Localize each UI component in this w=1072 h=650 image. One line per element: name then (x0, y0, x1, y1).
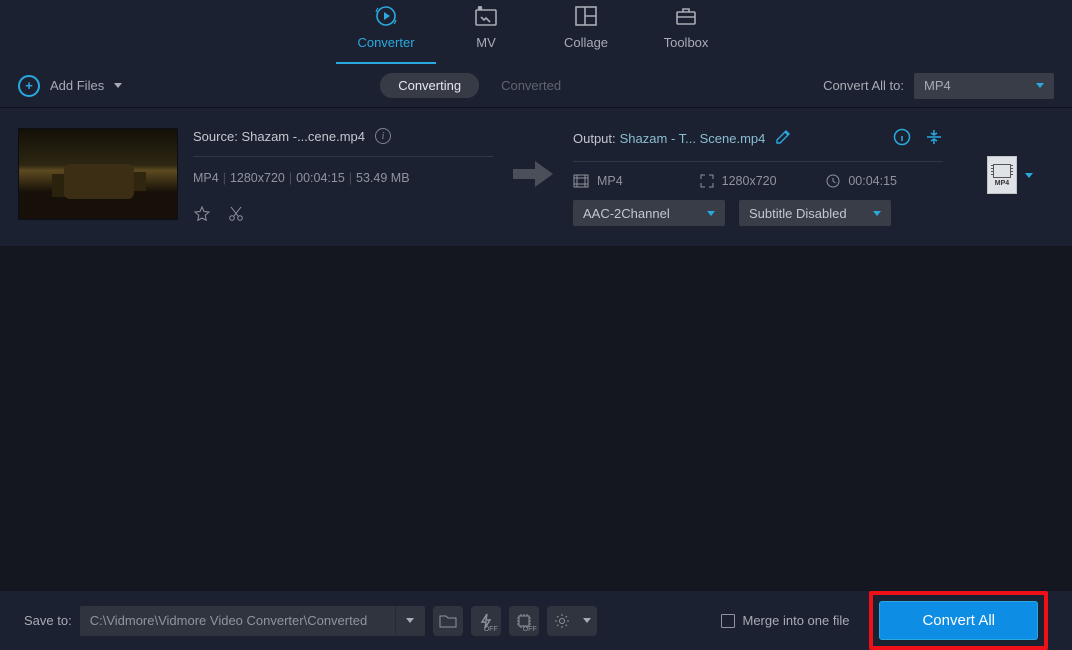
file-list: Source: Shazam -...cene.mp4 i MP4|1280x7… (0, 108, 1072, 246)
cut-icon[interactable] (227, 205, 245, 226)
format-caption: MP4 (995, 180, 1009, 187)
chevron-down-icon (707, 211, 715, 216)
save-path-select: C:\Vidmore\Vidmore Video Converter\Conve… (80, 606, 425, 636)
file-row: Source: Shazam -...cene.mp4 i MP4|1280x7… (18, 128, 1054, 226)
save-path: C:\Vidmore\Vidmore Video Converter\Conve… (80, 613, 395, 628)
star-icon[interactable] (193, 205, 211, 226)
meta-duration: 00:04:15 (296, 171, 345, 185)
info-icon[interactable]: i (375, 128, 391, 144)
out-resolution: 1280x720 (722, 174, 777, 188)
chevron-down-icon (114, 83, 122, 88)
add-files-button[interactable]: + Add Files (18, 75, 122, 97)
output-line: Output: Shazam - T... Scene.mp4 (573, 128, 943, 162)
source-name: Shazam -...cene.mp4 (241, 129, 365, 144)
settings-button[interactable] (547, 606, 577, 636)
tab-collage[interactable]: Collage (536, 5, 636, 64)
convert-all-to: Convert All to: MP4 (823, 73, 1054, 99)
video-thumbnail[interactable] (18, 128, 178, 220)
source-block: Source: Shazam -...cene.mp4 i MP4|1280x7… (193, 128, 493, 226)
save-path-dropdown[interactable] (395, 606, 425, 636)
output-selects: AAC-2Channel Subtitle Disabled (573, 200, 943, 226)
edit-icon[interactable] (775, 129, 791, 148)
convert-all-to-label: Convert All to: (823, 78, 904, 93)
convert-all-button[interactable]: Convert All (879, 601, 1038, 640)
open-folder-button[interactable] (433, 606, 463, 636)
converter-icon (374, 5, 398, 27)
chevron-down-icon (873, 211, 881, 216)
collage-icon (575, 5, 597, 27)
top-tabs: Converter MV Collage Toolbox (0, 0, 1072, 64)
meta-resolution: 1280x720 (230, 171, 285, 185)
converted-tab[interactable]: Converted (497, 73, 565, 98)
merge-checkbox[interactable]: Merge into one file (721, 613, 850, 628)
output-label: Output: (573, 131, 616, 146)
output-name: Shazam - T... Scene.mp4 (620, 131, 766, 146)
meta-format: MP4 (193, 171, 219, 185)
select-value: MP4 (924, 78, 951, 93)
tab-label: Toolbox (664, 35, 709, 50)
tab-label: MV (476, 35, 496, 50)
select-value: AAC-2Channel (583, 206, 670, 221)
tab-label: Converter (357, 35, 414, 50)
bottom-bar: Save to: C:\Vidmore\Vidmore Video Conver… (0, 590, 1072, 650)
output-format-button-wrap: MP4 (953, 128, 1033, 194)
chevron-down-icon (1036, 83, 1044, 88)
source-line: Source: Shazam -...cene.mp4 i (193, 128, 493, 157)
mv-icon (474, 5, 498, 27)
settings-dropdown[interactable] (577, 606, 597, 636)
gpu-accel-button[interactable]: OFF (471, 606, 501, 636)
chevron-down-icon (406, 618, 414, 623)
tab-mv[interactable]: MV (436, 5, 536, 64)
chevron-down-icon[interactable] (1025, 173, 1033, 178)
out-duration: 00:04:15 (848, 174, 897, 188)
checkbox-icon (721, 614, 735, 628)
merge-label: Merge into one file (743, 613, 850, 628)
source-meta: MP4|1280x720|00:04:15|53.49 MB (193, 171, 493, 185)
high-speed-button[interactable]: OFF (509, 606, 539, 636)
meta-size: 53.49 MB (356, 171, 410, 185)
source-label: Source: (193, 129, 238, 144)
convert-all-highlight: Convert All (869, 591, 1048, 650)
audio-select[interactable]: AAC-2Channel (573, 200, 725, 226)
state-tabs: Converting Converted (380, 73, 565, 98)
convert-all-format-select[interactable]: MP4 (914, 73, 1054, 99)
output-meta: MP4 1280x720 00:04:15 (573, 174, 943, 188)
tab-toolbox[interactable]: Toolbox (636, 5, 736, 64)
plus-icon: + (18, 75, 40, 97)
output-block: Output: Shazam - T... Scene.mp4 MP4 1280… (573, 128, 943, 226)
output-format-button[interactable]: MP4 (987, 156, 1017, 194)
converting-tab[interactable]: Converting (380, 73, 479, 98)
source-actions (193, 205, 493, 226)
info-circle-icon[interactable] (893, 128, 911, 149)
toolbox-icon (675, 5, 697, 27)
compress-icon[interactable] (925, 128, 943, 149)
out-format: MP4 (597, 174, 623, 188)
tab-label: Collage (564, 35, 608, 50)
add-files-label: Add Files (50, 78, 104, 93)
select-value: Subtitle Disabled (749, 206, 847, 221)
film-icon (993, 164, 1011, 178)
chevron-down-icon (583, 618, 591, 623)
toolbar: + Add Files Converting Converted Convert… (0, 64, 1072, 108)
save-to-label: Save to: (24, 613, 72, 628)
subtitle-select[interactable]: Subtitle Disabled (739, 200, 891, 226)
tab-converter[interactable]: Converter (336, 5, 436, 64)
arrow-icon (503, 128, 563, 220)
